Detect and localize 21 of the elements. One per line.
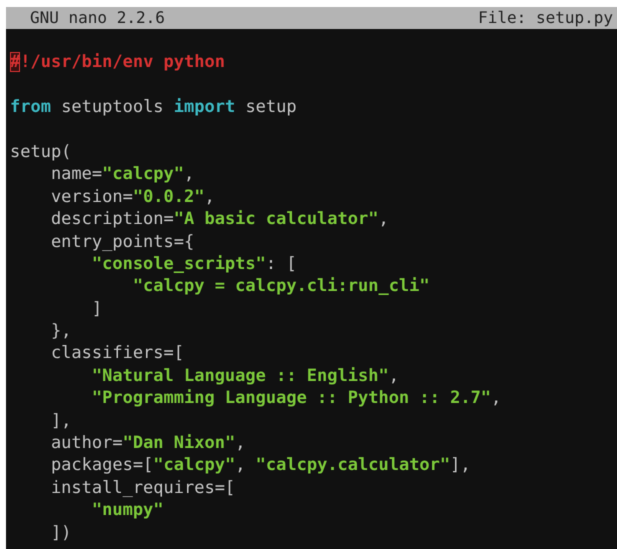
code-line: author="Dan Nixon", xyxy=(50,432,246,454)
code-line: install_requires=[ xyxy=(50,476,236,500)
code-line: entry_points={ xyxy=(50,230,194,253)
code-line: setup( xyxy=(10,140,72,164)
code-line: "Natural Language :: English", xyxy=(90,364,399,388)
code-line: "numpy" xyxy=(90,499,164,522)
code-line: }, xyxy=(50,320,72,342)
code-line: ], xyxy=(50,410,72,432)
code-line: from setuptools import setup xyxy=(10,96,297,119)
code-line: ] xyxy=(90,298,102,320)
code-line: version="0.0.2", xyxy=(50,186,215,208)
code-line: description="A basic calculator", xyxy=(50,208,389,231)
code-line: "calcpy = calcpy.cli:run_cli" xyxy=(132,275,430,298)
code-line: ]) xyxy=(50,522,72,544)
code-line: "console_scripts": [ xyxy=(90,252,297,276)
code-line: name="calcpy", xyxy=(50,163,194,186)
code-line: classifiers=[ xyxy=(50,342,184,365)
file-name: File: setup.py xyxy=(478,7,613,29)
code-line: "Programming Language :: Python :: 2.7", xyxy=(90,387,502,410)
code-line: packages=["calcpy", "calcpy.calculator"], xyxy=(50,454,471,477)
app-version: GNU nano 2.2.6 xyxy=(30,7,165,29)
